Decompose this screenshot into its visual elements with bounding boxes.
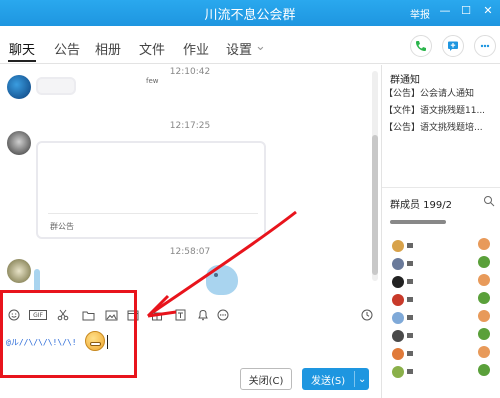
sticker-image[interactable] bbox=[206, 265, 238, 295]
tab-bar: 聊天 公告 相册 文件 作业 设置 ⌄ bbox=[0, 26, 500, 64]
send-button[interactable]: 发送(S) ⌄ bbox=[302, 368, 369, 390]
bell-icon[interactable] bbox=[196, 309, 210, 321]
notice-item[interactable]: 【公告】语文挑残题培... bbox=[384, 120, 492, 133]
chevron-down-icon[interactable]: ⌄ bbox=[255, 39, 266, 54]
screen-share-icon[interactable] bbox=[442, 35, 464, 57]
tab-chat[interactable]: 聊天 bbox=[9, 39, 35, 58]
message-timestamp: 12:17:25 bbox=[169, 121, 211, 131]
annotation-highlight-box bbox=[0, 290, 137, 378]
message-bubble bbox=[36, 77, 76, 95]
minimize-button[interactable]: — bbox=[438, 4, 452, 17]
more-icon[interactable] bbox=[474, 35, 496, 57]
title-bar: 川流不息公会群 举报 — ☐ ✕ bbox=[0, 0, 500, 26]
announcement-card[interactable]: 群公告 bbox=[36, 141, 266, 239]
divider bbox=[382, 187, 500, 188]
member-search-bar[interactable] bbox=[390, 220, 446, 224]
group-side-panel: 群通知 【公告】公会请人通知 【文件】语文挑残题11... 【公告】语文挑残题培… bbox=[381, 65, 500, 398]
notice-item[interactable]: 【文件】语文挑残题11... bbox=[384, 103, 492, 116]
tab-homework[interactable]: 作业 bbox=[183, 39, 209, 58]
chat-messages[interactable]: 12:10:42 few 12:17:25 群公告 12:58:07 bbox=[0, 65, 380, 303]
announcement-card-label: 群公告 bbox=[50, 222, 74, 231]
message-text: few bbox=[146, 77, 159, 85]
active-tab-indicator bbox=[8, 60, 36, 62]
members-title: 群成员 199/2 bbox=[390, 200, 452, 211]
tab-album[interactable]: 相册 bbox=[95, 39, 121, 58]
close-window-button[interactable]: ✕ bbox=[481, 4, 495, 17]
document-icon[interactable] bbox=[173, 309, 187, 321]
avatar[interactable] bbox=[7, 131, 31, 155]
notice-item[interactable]: 【公告】公会请人通知 bbox=[384, 86, 492, 99]
message-timestamp: 12:10:42 bbox=[169, 67, 211, 77]
tab-files[interactable]: 文件 bbox=[139, 39, 165, 58]
avatar[interactable] bbox=[7, 75, 31, 99]
send-options-icon[interactable]: ⌄ bbox=[355, 374, 366, 385]
more-options-icon[interactable] bbox=[216, 309, 230, 321]
send-button-label: 发送(S) bbox=[311, 375, 346, 387]
report-link[interactable]: 举报 bbox=[410, 6, 430, 21]
avatar[interactable] bbox=[7, 259, 31, 283]
gift-icon[interactable] bbox=[150, 309, 164, 321]
tab-settings[interactable]: 设置 bbox=[226, 39, 252, 58]
close-button[interactable]: 关闭(C) bbox=[240, 368, 292, 390]
tab-announcement[interactable]: 公告 bbox=[54, 39, 80, 58]
message-timestamp: 12:58:07 bbox=[169, 247, 211, 257]
member-role-icons bbox=[478, 238, 494, 388]
maximize-button[interactable]: ☐ bbox=[459, 4, 473, 17]
notice-title: 群通知 bbox=[390, 75, 420, 86]
clock-icon[interactable] bbox=[360, 309, 374, 321]
chat-scrollbar-thumb[interactable] bbox=[372, 135, 378, 275]
phone-icon[interactable] bbox=[410, 35, 432, 57]
search-icon[interactable] bbox=[483, 195, 495, 207]
